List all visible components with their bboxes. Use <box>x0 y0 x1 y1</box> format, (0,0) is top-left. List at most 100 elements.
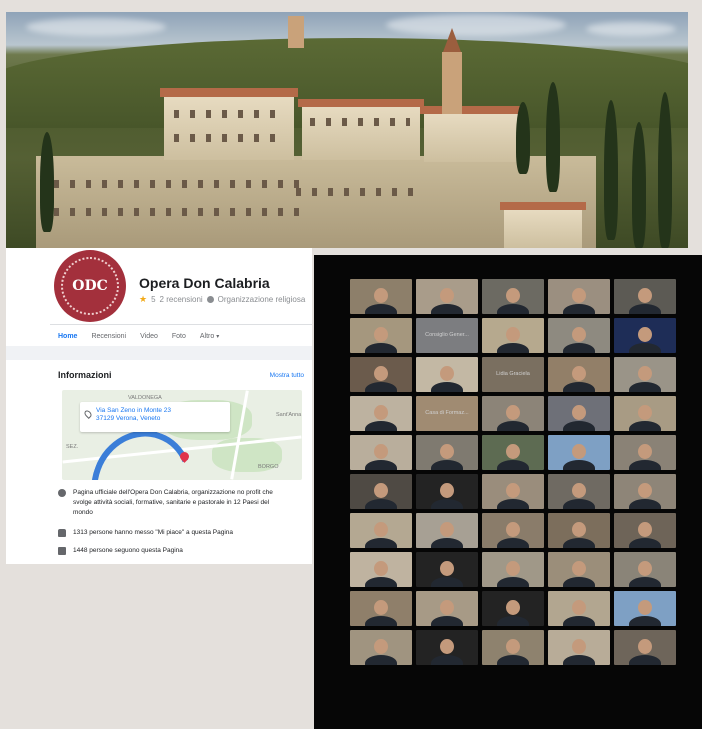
participant-tile[interactable] <box>548 435 610 470</box>
participant-tile[interactable] <box>482 279 544 314</box>
map-label-sez: SEZ. <box>66 444 79 450</box>
reviews-link[interactable]: 2 recensioni <box>160 295 203 304</box>
participant-tile[interactable] <box>482 630 544 665</box>
participant-tile[interactable] <box>614 396 676 431</box>
participant-body <box>431 382 463 392</box>
participant-body <box>563 304 595 314</box>
participant-tile[interactable] <box>614 630 676 665</box>
participant-tile[interactable] <box>416 279 478 314</box>
likes-text: 1313 persone hanno messo "Mi piace" a qu… <box>73 529 233 536</box>
participant-head <box>572 561 586 576</box>
participant-body <box>629 616 661 626</box>
address-line-1: Via San Zeno in Monte 23 <box>96 407 172 414</box>
participant-tile[interactable] <box>548 357 610 392</box>
participant-tile[interactable] <box>482 591 544 626</box>
participant-head <box>440 522 454 537</box>
participant-tile[interactable] <box>350 435 412 470</box>
participant-tile[interactable] <box>350 279 412 314</box>
participant-name: Casa di Formaz... <box>425 410 469 416</box>
participant-tile[interactable] <box>350 591 412 626</box>
participant-head <box>638 639 652 654</box>
participant-tile[interactable] <box>548 318 610 353</box>
participant-body <box>365 499 397 509</box>
info-card: Informazioni Mostra tutto VALDONEGA Sant… <box>58 360 312 564</box>
participant-tile[interactable] <box>548 630 610 665</box>
participant-tile[interactable] <box>350 474 412 509</box>
participant-tile[interactable] <box>350 318 412 353</box>
participant-head <box>638 288 652 303</box>
participant-tile[interactable] <box>350 513 412 548</box>
participant-tile[interactable] <box>614 357 676 392</box>
participant-tile[interactable] <box>350 630 412 665</box>
follow-icon <box>58 547 66 555</box>
participant-tile[interactable] <box>614 513 676 548</box>
participant-head <box>638 405 652 420</box>
participant-tile[interactable] <box>416 630 478 665</box>
participant-head <box>374 405 388 420</box>
page-name[interactable]: Opera Don Calabria <box>139 275 270 291</box>
participant-tile[interactable] <box>548 279 610 314</box>
participant-tile[interactable]: Consiglio Gener... <box>416 318 478 353</box>
participant-head <box>440 483 454 498</box>
church <box>424 112 520 162</box>
see-all-link[interactable]: Mostra tutto <box>270 372 304 379</box>
participant-body <box>629 382 661 392</box>
participant-body <box>365 421 397 431</box>
participant-head <box>506 600 520 615</box>
location-map[interactable]: VALDONEGA Sant'Anna SEZ. BORGO Via San Z… <box>62 390 302 480</box>
participant-tile[interactable] <box>416 552 478 587</box>
participant-body <box>629 577 661 587</box>
participant-tile[interactable] <box>416 435 478 470</box>
participant-tile[interactable] <box>614 318 676 353</box>
participant-tile[interactable] <box>482 435 544 470</box>
page-avatar[interactable]: ODC <box>54 250 126 322</box>
participant-body <box>431 655 463 665</box>
info-row-followers: 1448 persone seguono questa Pagina <box>58 546 183 556</box>
participant-head <box>440 366 454 381</box>
participant-head <box>506 522 520 537</box>
participant-name: Lidia Graciela <box>496 371 530 377</box>
video-call-gallery: Consiglio Gener... Lidia Graciela Casa di … <box>314 255 702 729</box>
participant-name: Consiglio Gener... <box>425 332 469 338</box>
address-line-2: 37129 Verona, Veneto <box>96 415 161 422</box>
participant-tile[interactable] <box>482 474 544 509</box>
participant-tile[interactable] <box>482 552 544 587</box>
participant-body <box>497 499 529 509</box>
participant-body <box>563 460 595 470</box>
participant-tile[interactable] <box>614 435 676 470</box>
page-description: Pagina ufficiale dell'Opera Don Calabria… <box>73 489 273 516</box>
participant-tile[interactable] <box>548 513 610 548</box>
aerial-photo <box>6 12 688 248</box>
participant-tile[interactable] <box>614 552 676 587</box>
avatar-logo: ODC <box>61 257 119 315</box>
address-box[interactable]: Via San Zeno in Monte 23 37129 Verona, V… <box>80 402 230 432</box>
participant-head <box>572 522 586 537</box>
participant-head <box>572 288 586 303</box>
participant-tile[interactable] <box>350 357 412 392</box>
participant-head <box>506 405 520 420</box>
participant-tile[interactable] <box>614 591 676 626</box>
participant-tile[interactable]: Lidia Graciela <box>482 357 544 392</box>
participant-tile[interactable] <box>482 318 544 353</box>
participant-tile[interactable] <box>416 357 478 392</box>
participant-tile[interactable] <box>548 591 610 626</box>
participant-tile[interactable] <box>548 474 610 509</box>
participant-tile[interactable] <box>416 513 478 548</box>
participant-tile[interactable] <box>350 552 412 587</box>
participant-tile[interactable] <box>482 396 544 431</box>
participant-tile[interactable] <box>482 513 544 548</box>
participant-tile[interactable] <box>614 279 676 314</box>
participant-tile[interactable] <box>416 474 478 509</box>
participant-body <box>497 655 529 665</box>
map-label-valdonega: VALDONEGA <box>128 395 162 401</box>
participant-head <box>572 483 586 498</box>
participant-body <box>563 382 595 392</box>
participant-tile[interactable] <box>614 474 676 509</box>
participant-tile[interactable] <box>548 396 610 431</box>
participant-tile[interactable] <box>548 552 610 587</box>
participant-tile[interactable]: Casa di Formaz... <box>416 396 478 431</box>
participant-tile[interactable] <box>350 396 412 431</box>
participant-body <box>497 577 529 587</box>
participant-tile[interactable] <box>416 591 478 626</box>
annex-building <box>302 104 420 160</box>
